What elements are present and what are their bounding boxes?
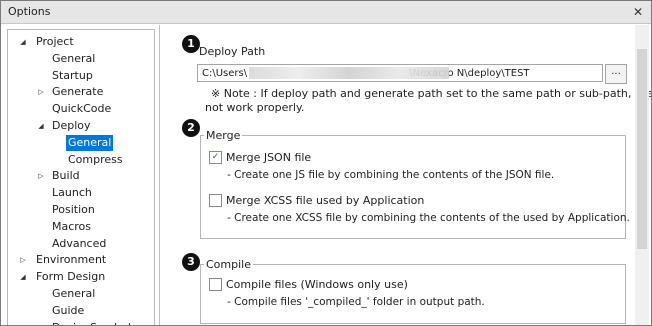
title-bar: Options ✕ [1, 1, 651, 24]
merge-json-checkbox[interactable]: ✓ [209, 151, 222, 164]
deploy-note-line1: ※ Note : If deploy path and generate pat… [211, 87, 651, 100]
tree-item-label[interactable]: Macros [50, 219, 93, 235]
expanded-arrow-icon[interactable]: ◢ [18, 269, 28, 285]
tree-item-label[interactable]: Form Design [34, 269, 107, 285]
tree-item[interactable]: Macros [8, 219, 152, 235]
tree-item-label[interactable]: Build [50, 168, 82, 184]
tree-item[interactable]: Position [8, 202, 152, 218]
tree-item-label[interactable]: DesignSymbol [50, 320, 133, 325]
merge-xcss-label[interactable]: Merge XCSS file used by Application [226, 194, 424, 207]
compile-files-label[interactable]: Compile files (Windows only use) [226, 278, 408, 291]
tree-item-label[interactable]: General [50, 286, 97, 302]
tree-item[interactable]: General [8, 134, 152, 151]
tree-item-label[interactable]: Startup [50, 68, 95, 84]
tree-item-label[interactable]: Compress [66, 152, 125, 168]
close-icon[interactable]: ✕ [629, 3, 647, 21]
tree-item[interactable]: ◢ Form Design [8, 269, 152, 285]
merge-xcss-description: - Create one XCSS file by combining the … [227, 212, 630, 224]
tree-item[interactable]: General [8, 51, 152, 67]
tree-item-label[interactable]: Launch [50, 185, 94, 201]
tree-item[interactable]: ▷ Generate [8, 84, 152, 100]
splitter[interactable] [159, 25, 160, 325]
expanded-arrow-icon[interactable]: ◢ [36, 118, 46, 134]
callout-badge-3: 3 [182, 253, 200, 271]
tree-item[interactable]: ▷ Environment [8, 252, 152, 268]
collapsed-arrow-icon[interactable]: ▷ [36, 168, 46, 184]
tree-item-label[interactable]: Project [34, 34, 76, 50]
tree-item-label[interactable]: Environment [34, 252, 108, 268]
browse-button[interactable]: ... [605, 64, 627, 84]
tree-item[interactable]: QuickCode [8, 101, 152, 117]
merge-json-description: - Create one JS file by combining the co… [227, 169, 555, 181]
tree-item[interactable]: Launch [8, 185, 152, 201]
deploy-path-label: Deploy Path [199, 45, 266, 58]
redacted-path-segment [249, 67, 449, 79]
callout-badge-1: 1 [182, 35, 200, 53]
tree-item-label[interactable]: Position [50, 202, 97, 218]
tree-item[interactable]: Startup [8, 68, 152, 84]
options-tree[interactable]: ◢ Project General Startup ▷ Generate QuickCode… [7, 29, 155, 325]
options-window: Options ✕ ◢ Project General Startup ▷ Generat… [0, 0, 652, 326]
tree-item-label[interactable]: Generate [50, 84, 105, 100]
compile-files-checkbox[interactable] [209, 278, 222, 291]
tree-item[interactable]: ▷ Build [8, 168, 152, 184]
tree-item[interactable]: Compress [8, 152, 152, 168]
deploy-note-line2: not work properly. [205, 101, 305, 114]
expanded-arrow-icon[interactable]: ◢ [18, 34, 28, 50]
merge-group-label: Merge [204, 129, 243, 142]
compile-group [200, 264, 626, 324]
window-title: Options [8, 5, 51, 18]
tree-item[interactable]: ◢ Project [8, 34, 152, 50]
collapsed-arrow-icon[interactable]: ▷ [18, 252, 28, 268]
scrollbar-thumb[interactable] [637, 49, 647, 249]
merge-xcss-checkbox[interactable] [209, 194, 222, 207]
tree-item[interactable]: General [8, 286, 152, 302]
merge-json-label[interactable]: Merge JSON file [226, 151, 311, 164]
compile-group-label: Compile [204, 258, 253, 271]
tree-item-label[interactable]: General [50, 51, 97, 67]
collapsed-arrow-icon[interactable]: ▷ [36, 84, 46, 100]
tree-item-label[interactable]: QuickCode [50, 101, 113, 117]
compile-files-description: - Compile files '_compiled_' folder in o… [227, 296, 485, 308]
tree-item-label[interactable]: Deploy [50, 118, 93, 134]
tree-item-label[interactable]: Advanced [50, 236, 108, 252]
tree-item-label[interactable]: General [66, 134, 114, 151]
tree-item[interactable]: ◢ Deploy [8, 118, 152, 134]
tree-item-label[interactable]: Guide [50, 303, 86, 319]
tree-item[interactable]: Advanced [8, 236, 152, 252]
callout-badge-2: 2 [182, 119, 200, 137]
tree-item[interactable]: DesignSymbol [8, 320, 152, 325]
tree-item[interactable]: Guide [8, 303, 152, 319]
